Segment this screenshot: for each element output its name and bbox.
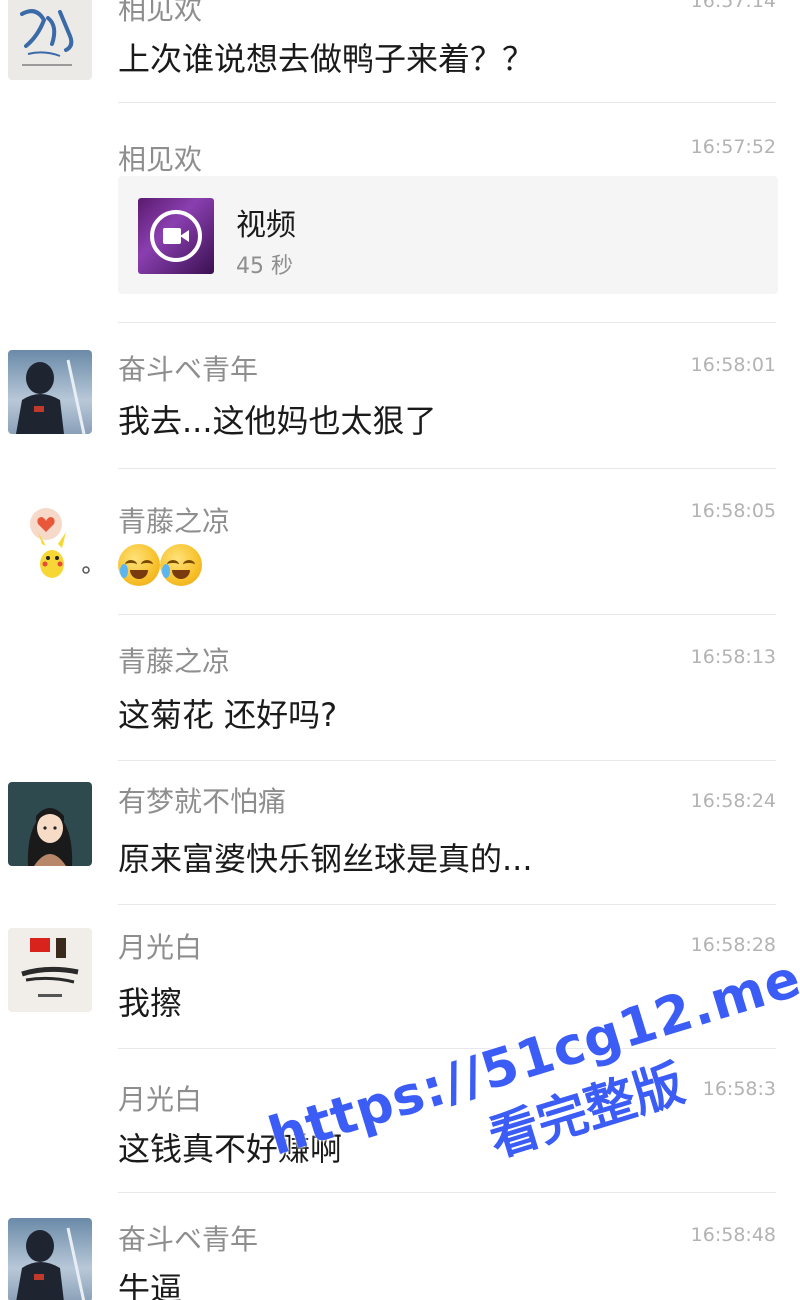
message-time: 16:58:13 bbox=[690, 646, 776, 668]
divider bbox=[118, 322, 776, 323]
message-time: 16:58:01 bbox=[690, 354, 776, 376]
sender-name: 有梦就不怕痛 bbox=[118, 785, 287, 818]
message-time: 16:58:48 bbox=[690, 1224, 776, 1246]
divider bbox=[118, 614, 776, 615]
video-duration: 45 秒 bbox=[236, 254, 293, 279]
video-message-card[interactable]: 视频 45 秒 bbox=[118, 176, 778, 294]
sender-name: 奋斗ベ青年 bbox=[118, 1223, 259, 1256]
crying-laughing-emoji bbox=[118, 544, 160, 586]
person-dark-jacket-avatar[interactable] bbox=[8, 1218, 92, 1300]
video-title: 视频 bbox=[236, 208, 296, 243]
sender-name: 月光白 bbox=[118, 1083, 203, 1116]
sender-name: 相见欢 bbox=[118, 0, 203, 26]
message-time: 16:58:28 bbox=[690, 934, 776, 956]
message-time: 16:58:24 bbox=[690, 790, 776, 812]
sender-name: 青藤之凉 bbox=[118, 645, 231, 678]
message-text: 原来富婆快乐钢丝球是真的... bbox=[118, 840, 533, 878]
message-text: 这菊花 还好吗? bbox=[118, 696, 338, 734]
divider bbox=[118, 904, 776, 905]
person-dark-jacket-avatar[interactable] bbox=[8, 350, 92, 434]
message-time: 16:58:05 bbox=[690, 500, 776, 522]
message-time: 16:57:52 bbox=[690, 136, 776, 158]
divider bbox=[118, 468, 776, 469]
divider bbox=[118, 1192, 776, 1193]
message-text: 上次谁说想去做鸭子来着？？ bbox=[118, 40, 535, 78]
watermark: https://51cg12.me 看完整版 bbox=[262, 946, 800, 1232]
divider bbox=[118, 102, 776, 103]
crying-laughing-emoji bbox=[160, 544, 202, 586]
anime-girl-avatar[interactable] bbox=[8, 782, 92, 866]
message-time: 16:57:14 bbox=[690, 0, 776, 12]
pikachu-heart-avatar[interactable] bbox=[8, 500, 92, 584]
flag-logo-avatar[interactable] bbox=[8, 928, 92, 1012]
sender-name: 奋斗ベ青年 bbox=[118, 353, 259, 386]
calligraphy-avatar[interactable] bbox=[8, 0, 92, 80]
message-text: 牛逼 bbox=[118, 1270, 183, 1300]
sender-name: 相见欢 bbox=[118, 143, 203, 176]
sender-name: 月光白 bbox=[118, 931, 203, 964]
message-text: 我去...这他妈也太狠了 bbox=[118, 402, 437, 440]
message-text: 我擦 bbox=[118, 984, 183, 1022]
sender-name: 青藤之凉 bbox=[118, 505, 231, 538]
divider bbox=[118, 760, 776, 761]
video-camera-icon bbox=[138, 198, 214, 274]
